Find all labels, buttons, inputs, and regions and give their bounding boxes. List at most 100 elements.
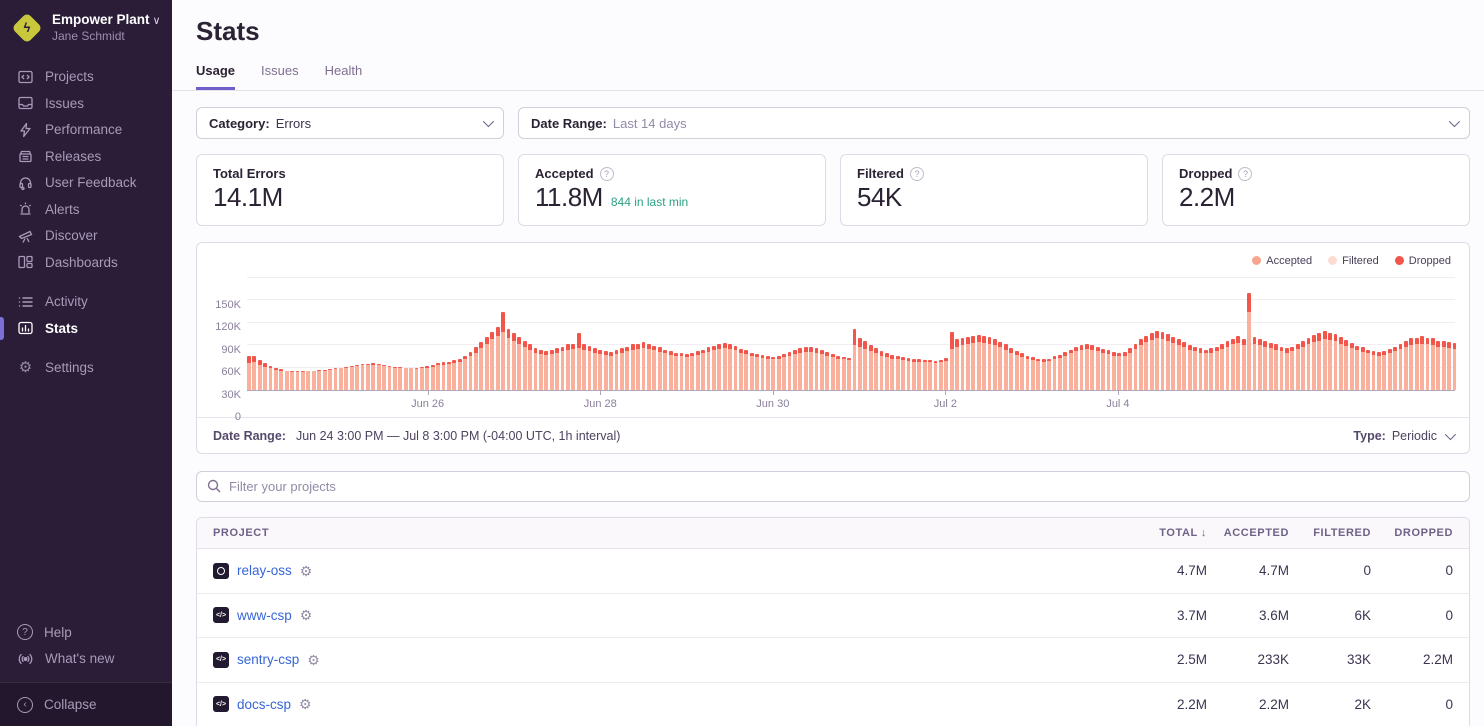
col-header-dropped[interactable]: DROPPED [1371, 527, 1453, 539]
card-accepted: Accepted? 11.8M844 in last min [518, 154, 826, 226]
chart-bar [328, 369, 332, 390]
col-header-accepted[interactable]: ACCEPTED [1207, 527, 1289, 539]
sidebar-item-label: Alerts [45, 202, 80, 217]
chart-bar [1096, 347, 1100, 390]
chart-bar [593, 348, 597, 390]
sidebar-item-alerts[interactable]: Alerts [0, 196, 172, 223]
sidebar-item-issues[interactable]: Issues [0, 90, 172, 117]
project-link[interactable]: docs-csp [237, 697, 291, 712]
project-settings-icon[interactable]: ⚙ [299, 697, 312, 711]
chart-bar [1280, 347, 1284, 390]
chart-bar [404, 368, 408, 390]
project-link[interactable]: relay-oss [237, 563, 292, 578]
y-tick-label: 120K [215, 321, 241, 333]
cell-accepted: 4.7M [1207, 563, 1289, 578]
card-filtered: Filtered? 54K [840, 154, 1148, 226]
chart-bars [247, 279, 1455, 390]
x-axis-tick [428, 391, 429, 395]
chart-bar [452, 360, 456, 390]
project-link[interactable]: sentry-csp [237, 652, 299, 667]
chart-bar [1215, 347, 1219, 390]
chart-bar [490, 332, 494, 390]
chart-bar [782, 354, 786, 390]
sidebar-collapse-button[interactable]: ‹ Collapse [0, 682, 172, 726]
project-link[interactable]: www-csp [237, 608, 292, 623]
legend-item-filtered[interactable]: Filtered [1328, 254, 1379, 267]
org-switcher[interactable]: ϟ Empower Plant∨ Jane Schmidt [0, 0, 172, 58]
chart-bar [1112, 352, 1116, 390]
chart-bar [880, 351, 884, 390]
sidebar-item-performance[interactable]: Performance [0, 117, 172, 144]
chart-bar [1074, 347, 1078, 390]
chart-bar [744, 350, 748, 390]
chart-bar [523, 341, 527, 390]
sidebar-item-stats[interactable]: Stats [0, 315, 172, 342]
col-header-filtered[interactable]: FILTERED [1289, 527, 1371, 539]
cell-accepted: 233K [1207, 652, 1289, 667]
cell-dropped: 2.2M [1371, 652, 1453, 667]
chart-bar [344, 367, 348, 390]
chart-bar [728, 344, 732, 390]
sidebar-item-help[interactable]: ? Help [0, 619, 172, 646]
siren-icon [17, 201, 34, 217]
card-total-errors: Total Errors 14.1M [196, 154, 504, 226]
chart-bar [788, 352, 792, 390]
legend-item-dropped[interactable]: Dropped [1395, 254, 1451, 267]
card-value: 2.2M [1179, 182, 1235, 213]
chart-bar [561, 347, 565, 390]
cell-total: 4.7M [1125, 563, 1207, 578]
help-icon[interactable]: ? [600, 167, 614, 181]
chart-bar [312, 371, 316, 390]
chart-bar [863, 341, 867, 390]
chart-bar [1285, 348, 1289, 390]
chart-bar [1377, 352, 1381, 390]
project-settings-icon[interactable]: ⚙ [300, 608, 313, 622]
help-icon[interactable]: ? [910, 167, 924, 181]
cell-filtered: 0 [1289, 563, 1371, 578]
sidebar-item-discover[interactable]: Discover [0, 223, 172, 250]
chart-bar [1296, 344, 1300, 390]
legend-item-accepted[interactable]: Accepted [1252, 254, 1312, 267]
sidebar-item-activity[interactable]: Activity [0, 289, 172, 316]
category-select[interactable]: Category: Errors [196, 107, 504, 139]
tab-health[interactable]: Health [325, 63, 363, 90]
chart-bar [469, 352, 473, 390]
type-select[interactable]: Type: Periodic [1353, 429, 1453, 443]
sidebar-item-user-feedback[interactable]: User Feedback [0, 170, 172, 197]
chart-bar [842, 357, 846, 390]
chart-bar [258, 360, 262, 390]
cell-accepted: 3.6M [1207, 608, 1289, 623]
sidebar-item-releases[interactable]: Releases [0, 143, 172, 170]
telescope-icon [17, 228, 34, 244]
chart-bar [755, 354, 759, 390]
project-settings-icon[interactable]: ⚙ [307, 653, 320, 667]
chart-legend: Accepted Filtered Dropped [197, 243, 1469, 267]
sidebar-item-dashboards[interactable]: Dashboards [0, 249, 172, 276]
chart-bar [690, 353, 694, 390]
help-icon[interactable]: ? [1238, 167, 1252, 181]
chart-bar [674, 353, 678, 390]
tab-usage[interactable]: Usage [196, 63, 235, 90]
sidebar-item-label: Activity [45, 294, 88, 309]
tabs: Usage Issues Health [196, 63, 1458, 90]
sidebar: ϟ Empower Plant∨ Jane Schmidt Projects I… [0, 0, 172, 726]
chart-bar [647, 344, 651, 390]
project-filter-input[interactable] [196, 471, 1470, 502]
y-tick-label: 30K [221, 389, 241, 401]
chart-bar [1312, 335, 1316, 390]
chart-bar [588, 346, 592, 390]
sidebar-item-whats-new[interactable]: What's new [0, 646, 172, 673]
chart-bar [1436, 341, 1440, 390]
sidebar-item-settings[interactable]: ⚙ Settings [0, 355, 172, 382]
date-range-select[interactable]: Date Range: Last 14 days [518, 107, 1470, 139]
col-header-total[interactable]: TOTAL↓ [1125, 527, 1207, 539]
type-value: Periodic [1392, 429, 1437, 443]
chart-bar [1236, 336, 1240, 390]
project-settings-icon[interactable]: ⚙ [300, 564, 313, 578]
sidebar-item-projects[interactable]: Projects [0, 64, 172, 91]
chart-bar [1242, 339, 1246, 390]
tab-issues[interactable]: Issues [261, 63, 299, 90]
chart-bar [993, 339, 997, 390]
chart-bar [306, 371, 310, 390]
help-icon: ? [17, 624, 33, 640]
